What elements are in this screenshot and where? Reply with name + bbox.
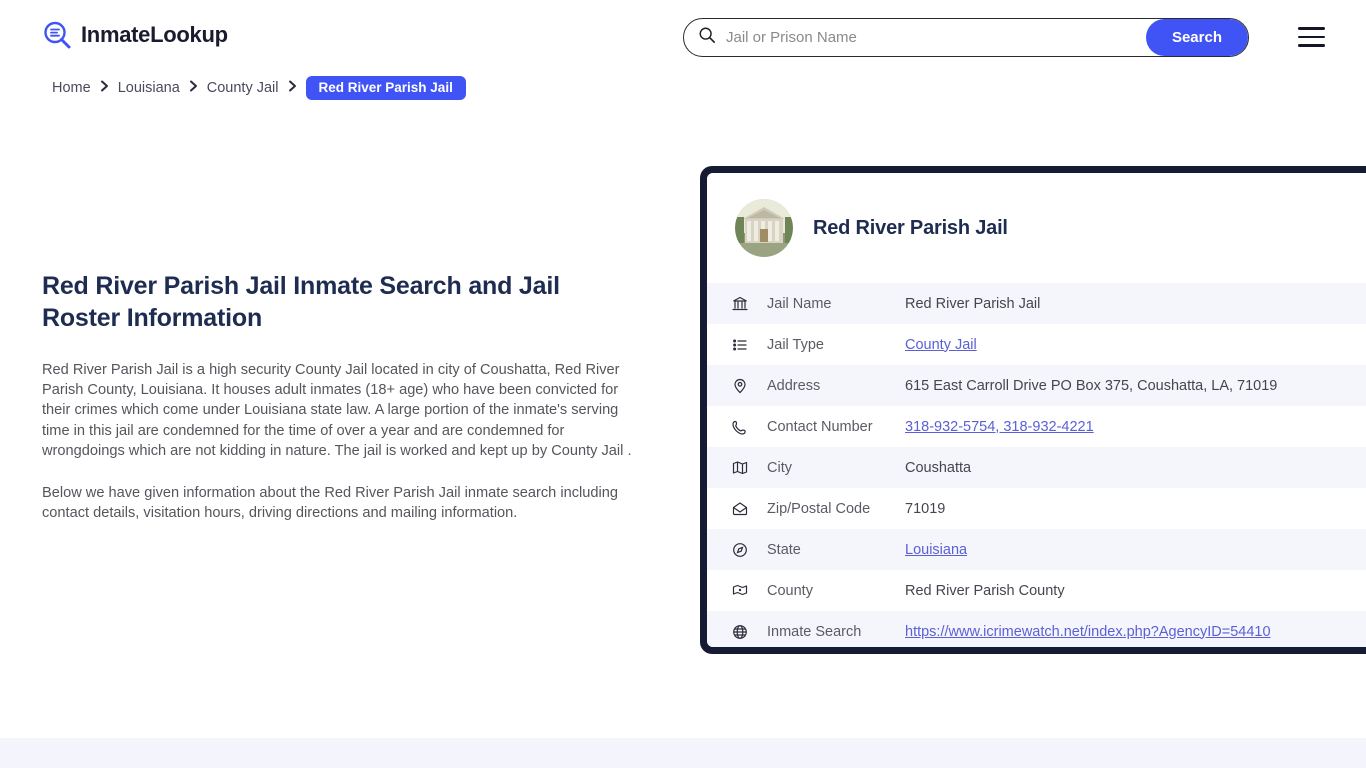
table-row: Jail Name Red River Parish Jail xyxy=(707,283,1366,324)
hamburger-menu-icon[interactable] xyxy=(1298,27,1325,47)
table-row: Zip/Postal Code 71019 xyxy=(707,488,1366,529)
row-value: Louisiana xyxy=(905,542,1366,558)
intro-paragraph: Red River Parish Jail is a high security… xyxy=(42,362,632,459)
row-label: Inmate Search xyxy=(767,623,862,640)
courthouse-photo xyxy=(735,199,793,257)
row-label: City xyxy=(767,459,792,476)
row-value: Coushatta xyxy=(905,459,972,476)
state-link[interactable]: Louisiana xyxy=(905,542,967,558)
row-label: Zip/Postal Code xyxy=(767,500,871,517)
brand-name: InmateLookup xyxy=(81,22,228,47)
jail-type-link[interactable]: County Jail xyxy=(905,337,977,353)
row-label: Contact Number xyxy=(767,418,873,435)
chevron-right-icon xyxy=(100,80,109,96)
phone-icon xyxy=(729,419,751,435)
main-content: Red River Parish Jail Inmate Search and … xyxy=(42,270,642,545)
search-icon xyxy=(684,26,716,49)
envelope-icon xyxy=(729,501,751,517)
search-input[interactable] xyxy=(716,29,1146,46)
row-label: Jail Name xyxy=(767,295,832,312)
row-label: Jail Type xyxy=(767,336,824,353)
map-icon xyxy=(729,460,751,476)
magnifier-list-icon xyxy=(42,20,72,50)
table-row: Jail Type County Jail xyxy=(707,324,1366,365)
card-title: Red River Parish Jail xyxy=(813,216,1008,239)
row-value: 318-932-5754, 318-932-4221 xyxy=(905,419,1366,435)
page-title: Red River Parish Jail Inmate Search and … xyxy=(42,272,560,332)
table-row: Inmate Search https://www.icrimewatch.ne… xyxy=(707,611,1366,647)
row-label: Address xyxy=(767,377,821,394)
site-header: InmateLookup Search xyxy=(0,0,1366,75)
chevron-right-icon xyxy=(288,80,297,96)
breadcrumb-item-louisiana[interactable]: Louisiana xyxy=(118,80,180,96)
card-header: Red River Parish Jail xyxy=(707,173,1366,283)
breadcrumb-item-county-jail[interactable]: County Jail xyxy=(207,80,279,96)
table-row: State Louisiana xyxy=(707,529,1366,570)
row-value: 615 East Carroll Drive PO Box 375, Coush… xyxy=(905,377,1278,394)
map-point-icon xyxy=(729,583,751,599)
jail-info-card: Red River Parish Jail Jail Name Red Rive… xyxy=(700,166,1366,654)
page-bottom-band xyxy=(0,738,1366,768)
breadcrumb: Home Louisiana County Jail Red River Par… xyxy=(52,76,466,100)
table-row: Address 615 East Carroll Drive PO Box 37… xyxy=(707,365,1366,406)
table-row: County Red River Parish County xyxy=(707,570,1366,611)
globe-compass-icon xyxy=(729,542,751,558)
row-value: https://www.icrimewatch.net/index.php?Ag… xyxy=(905,624,1366,640)
table-row: City Coushatta xyxy=(707,447,1366,488)
search-bar: Search xyxy=(683,18,1249,57)
row-value: Red River Parish County xyxy=(905,582,1065,599)
breadcrumb-item-home[interactable]: Home xyxy=(52,80,91,96)
row-label: State xyxy=(767,541,801,558)
list-icon xyxy=(729,337,751,353)
inmate-search-link[interactable]: https://www.icrimewatch.net/index.php?Ag… xyxy=(905,624,1271,640)
globe-icon xyxy=(729,624,751,640)
row-value: 71019 xyxy=(905,500,946,517)
table-row: Contact Number 318-932-5754, 318-932-422… xyxy=(707,406,1366,447)
chevron-right-icon xyxy=(189,80,198,96)
row-value: Red River Parish Jail xyxy=(905,295,1041,312)
map-pin-icon xyxy=(729,378,751,394)
secondary-paragraph: Below we have given information about th… xyxy=(42,485,618,522)
contact-number-link[interactable]: 318-932-5754, 318-932-4221 xyxy=(905,419,1094,435)
row-value: County Jail xyxy=(905,337,1366,353)
search-button[interactable]: Search xyxy=(1145,19,1248,56)
brand-logo-link[interactable]: InmateLookup xyxy=(42,20,228,50)
breadcrumb-current-page: Red River Parish Jail xyxy=(305,76,466,100)
bank-icon xyxy=(729,296,751,312)
row-label: County xyxy=(767,582,813,599)
